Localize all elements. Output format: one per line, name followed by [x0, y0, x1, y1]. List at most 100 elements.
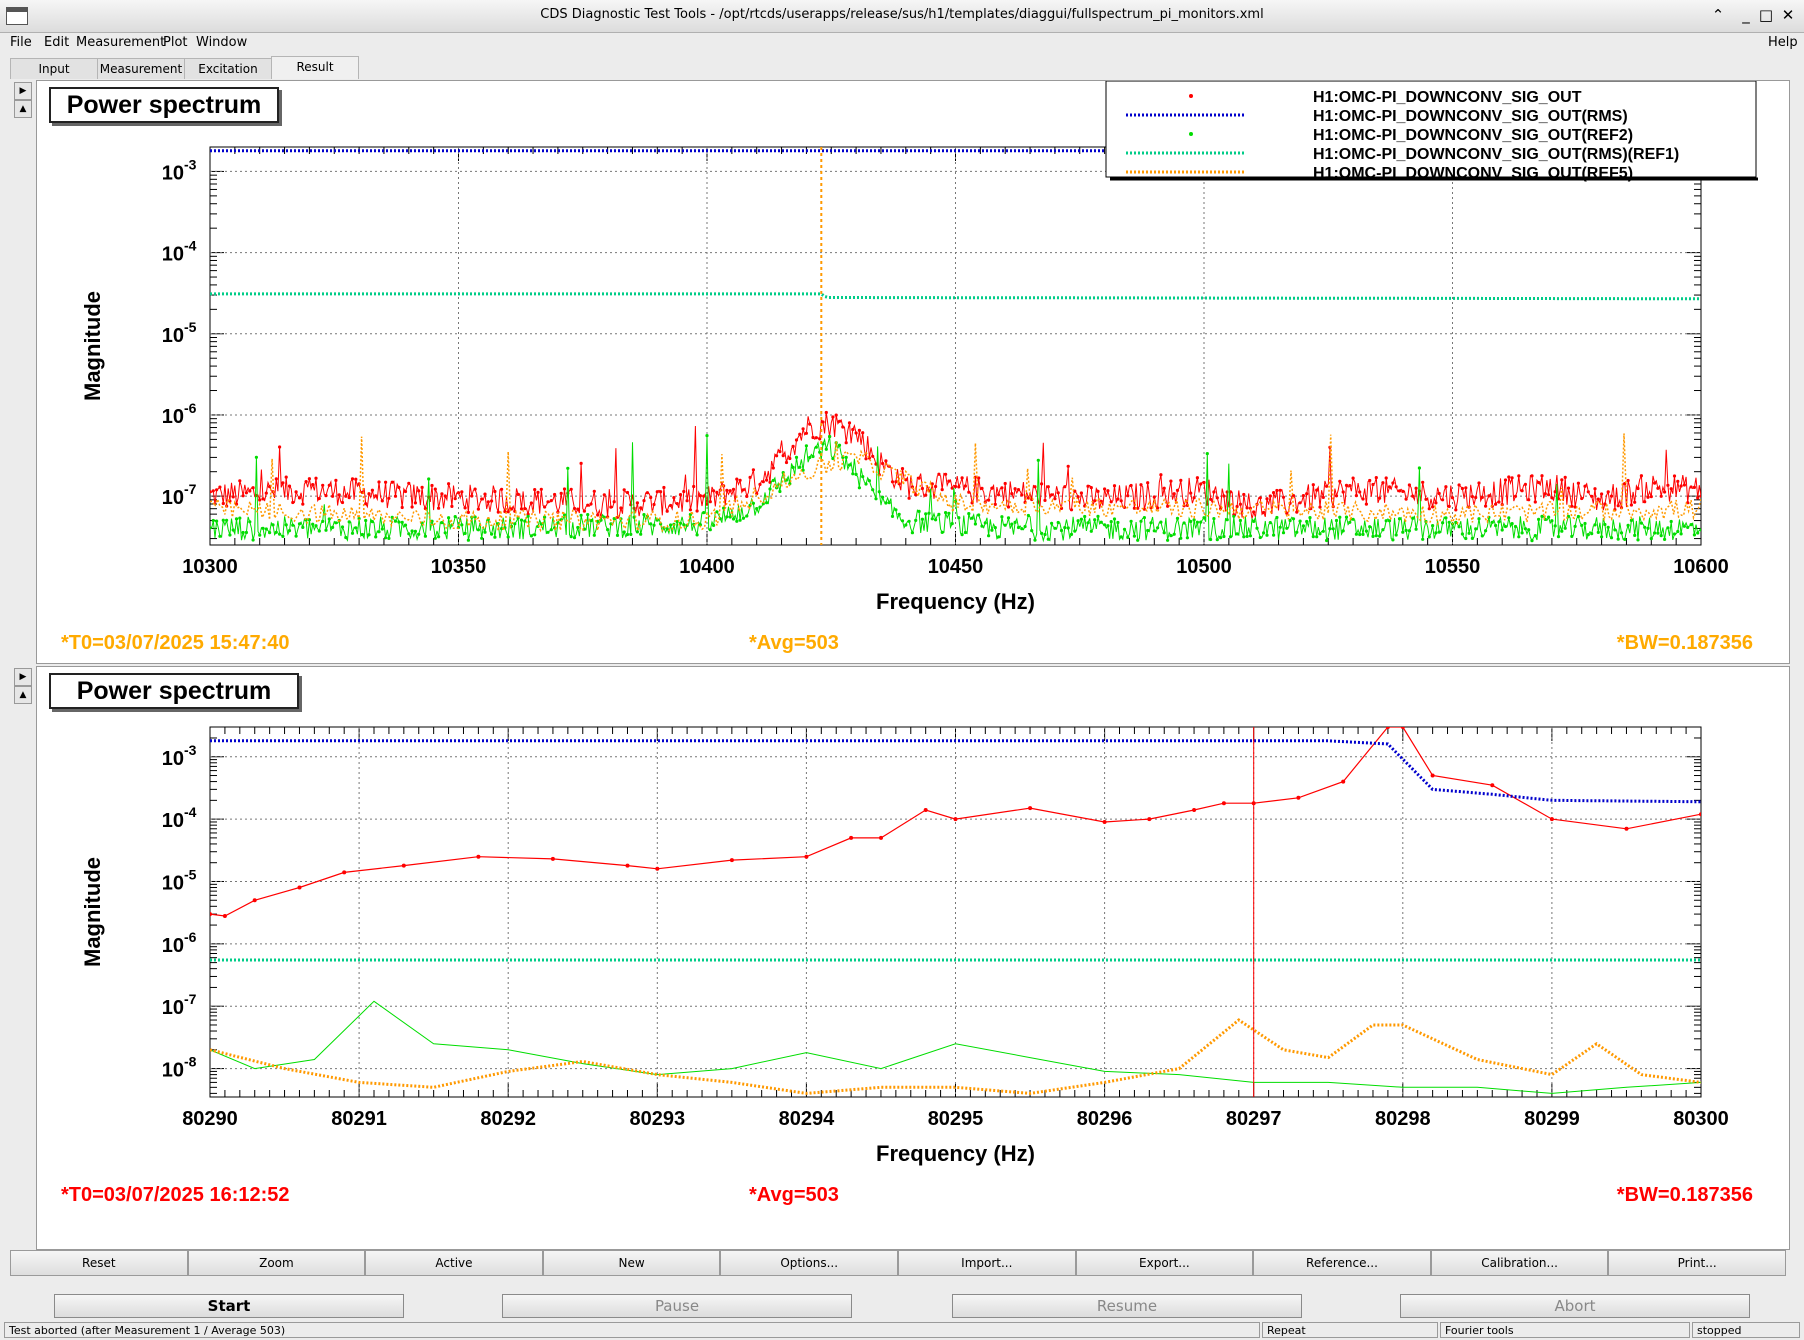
toolbar-reference-button[interactable]: Reference...	[1253, 1250, 1431, 1276]
series-3-point	[765, 501, 769, 505]
plot-bw-label: *BW=0.187356	[1617, 1184, 1753, 1206]
series-3-point	[1676, 529, 1680, 534]
x-tick-label: 10400	[679, 556, 735, 578]
series-1-point	[1696, 496, 1700, 500]
series-1-point	[1494, 502, 1498, 506]
series-3-point	[417, 532, 421, 536]
toolbar-print-button[interactable]: Print...	[1608, 1250, 1786, 1276]
panel2-expand-icon[interactable]: ▶	[14, 668, 32, 686]
series-1-point	[380, 499, 384, 503]
series-3-point	[1663, 537, 1667, 541]
series-3-point	[493, 535, 497, 539]
panel1-collapse-icon[interactable]: ▲	[14, 100, 32, 118]
plot-panel-1[interactable]: 10 -3 10 -4 10 -5 10 -6 10 -7 10300 10350 10400 10450…	[36, 80, 1790, 664]
series-1-point	[1480, 495, 1484, 499]
series-3-point	[1242, 535, 1246, 539]
close-icon[interactable]: ✕	[1778, 5, 1798, 25]
series-3-point	[1281, 531, 1286, 535]
menu-file[interactable]: File	[10, 35, 32, 50]
toolbar-calibration-button[interactable]: Calibration...	[1430, 1250, 1609, 1276]
pause-button[interactable]: Pause	[502, 1294, 852, 1318]
series-1-point	[231, 495, 235, 499]
series-3-point	[1116, 520, 1120, 525]
panel2-collapse-icon[interactable]: ▲	[14, 686, 32, 704]
series-1-point	[1245, 506, 1249, 510]
series-3-point	[731, 517, 736, 521]
tab-result[interactable]: Result	[271, 56, 359, 79]
series-1-point	[1089, 486, 1093, 490]
series-1-point	[252, 898, 257, 903]
series-3-point	[867, 479, 872, 483]
series-3-point	[1699, 528, 1701, 532]
series-1-point	[788, 456, 792, 461]
series-3-point	[1026, 513, 1030, 518]
plot-panel-2[interactable]: 10 -3 10 -4 10 -5 10 -6 10 -7 10 -8 80290 80291 80292 8…	[36, 666, 1790, 1250]
series-1-point	[281, 481, 285, 485]
plot-avg-label: *Avg=503	[749, 632, 839, 654]
series-1-point	[1626, 478, 1630, 483]
series-1-point	[533, 488, 537, 492]
toolbar-export-button[interactable]: Export...	[1075, 1250, 1254, 1276]
plot-2-canvas[interactable]: 10 -310 -410 -510 -610 -710 -880290 80291 80292 8…	[37, 667, 1789, 1249]
menu-help[interactable]: Help	[1768, 35, 1798, 50]
start-button[interactable]: Start	[54, 1294, 404, 1318]
series-1-point	[1503, 478, 1508, 482]
toolbar-new-button[interactable]: New	[542, 1250, 721, 1276]
series-1-point	[1162, 486, 1166, 490]
series-3-point	[1593, 523, 1597, 527]
tab-measurement[interactable]: Measurement	[97, 58, 185, 79]
series-1-point	[857, 428, 862, 432]
series-3-point	[1059, 528, 1064, 533]
series-3-point	[1533, 534, 1537, 538]
series-3-point	[1199, 520, 1203, 524]
y-tick-label-exponent: -3	[184, 742, 197, 758]
toolbar-options-button[interactable]: Options...	[720, 1250, 898, 1276]
resume-button[interactable]: Resume	[952, 1294, 1302, 1318]
series-3-point	[374, 535, 378, 539]
series-3-point	[264, 527, 268, 531]
tab-excitation[interactable]: Excitation	[184, 58, 272, 79]
toolbar-zoom-button[interactable]: Zoom	[187, 1250, 366, 1276]
series-1-point	[1692, 485, 1696, 489]
series-1-point	[609, 505, 613, 509]
menu-window[interactable]: Window	[196, 35, 247, 50]
series-3-point	[1431, 524, 1435, 528]
menu-measurement[interactable]: Measurement	[76, 35, 165, 50]
series-1-point	[1305, 492, 1309, 496]
series-1-point	[851, 427, 855, 432]
series-1-point	[1222, 494, 1226, 498]
abort-button[interactable]: Abort	[1400, 1294, 1750, 1318]
toolbar-import-button[interactable]: Import...	[898, 1250, 1076, 1276]
maximize-icon[interactable]: □	[1756, 5, 1776, 25]
minimize-icon[interactable]: _	[1736, 5, 1756, 25]
shade-icon[interactable]: ⌃	[1708, 5, 1728, 25]
y-tick-label-exponent: -4	[184, 804, 197, 820]
toolbar-reset-button[interactable]: Reset	[10, 1250, 188, 1276]
series-1-point	[861, 431, 865, 435]
y-tick-label: 10	[162, 406, 184, 428]
window-title: CDS Diagnostic Test Tools - /opt/rtcds/u…	[540, 7, 1264, 22]
menu-edit[interactable]: Edit	[44, 35, 69, 50]
series-3-point	[513, 522, 517, 526]
series-1-point	[1268, 494, 1272, 498]
series-3-point	[1659, 534, 1663, 538]
series-3-point	[1421, 537, 1425, 541]
plot-1-canvas[interactable]: 10 -310 -410 -510 -610 -710300 10350 10400 10450…	[37, 80, 1789, 663]
series-3-point	[828, 434, 832, 439]
series-3-point	[1583, 521, 1587, 526]
series-3-point	[407, 532, 411, 536]
series-1-point	[387, 496, 391, 500]
series-1-point	[1666, 483, 1670, 487]
series-3-point	[314, 524, 318, 528]
series-3-point	[1076, 519, 1080, 523]
tab-input[interactable]: Input	[10, 58, 98, 79]
panel1-expand-icon[interactable]: ▶	[14, 82, 32, 100]
series-3-point	[1427, 535, 1431, 539]
menu-plot[interactable]: Plot	[163, 35, 188, 50]
series-3-point	[393, 519, 398, 523]
series-3-point	[1308, 516, 1312, 520]
toolbar-active-button[interactable]: Active	[365, 1250, 543, 1276]
series-3-point	[1692, 533, 1696, 537]
series-1-point	[1676, 479, 1680, 483]
series-1-point	[456, 491, 461, 495]
